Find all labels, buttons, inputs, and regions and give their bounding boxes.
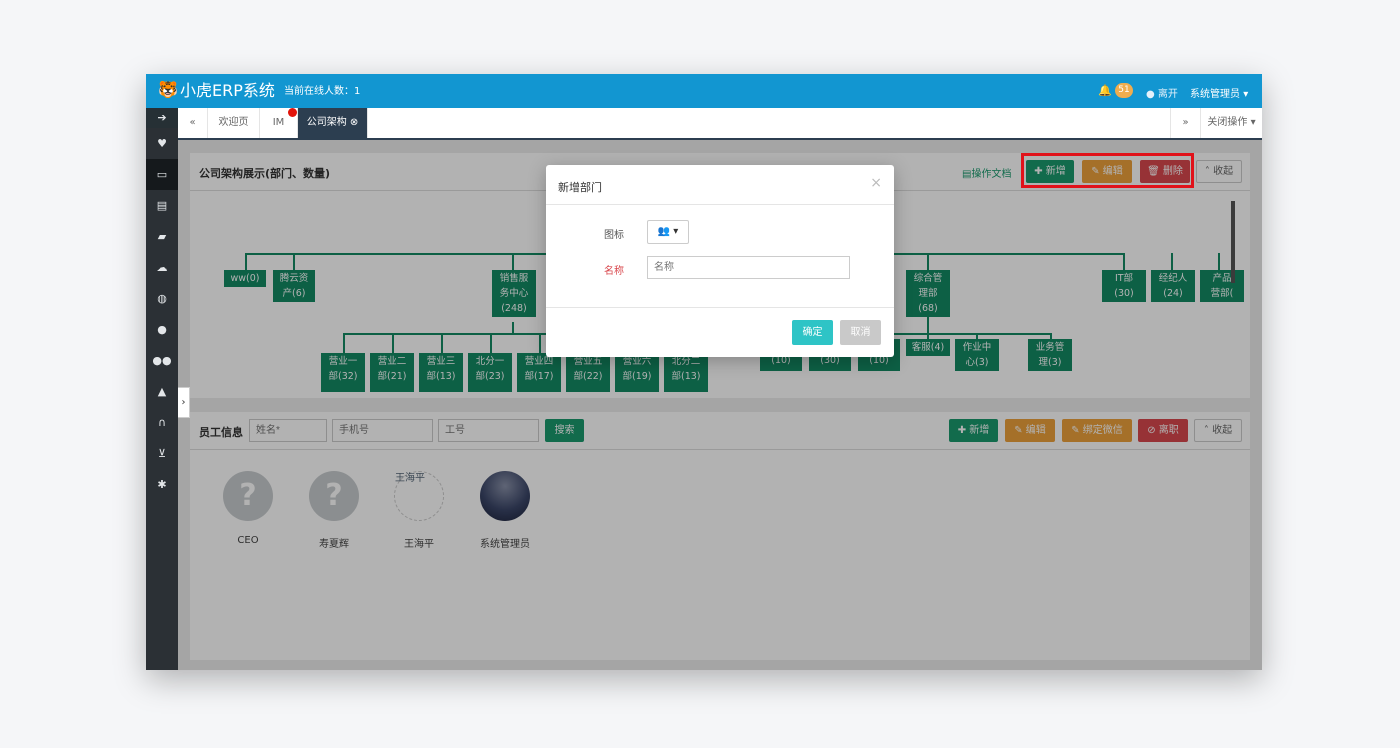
tab-bar: « 欢迎页 IM 公司架构 ⊗ » 关闭操作 ▾ xyxy=(178,108,1262,140)
icon-label: 图标 xyxy=(604,230,624,241)
sidebar-book-icon[interactable]: ▰ xyxy=(146,221,178,252)
bell-icon[interactable]: 🔔 xyxy=(1098,84,1112,97)
unread-dot xyxy=(288,108,297,117)
tab-scroll-left-button[interactable]: « xyxy=(178,108,208,138)
sidebar-cloud-upload-icon[interactable]: ☁ xyxy=(146,252,178,283)
sidebar-gear-icon[interactable]: ✱ xyxy=(146,469,178,500)
highlight-box xyxy=(1021,153,1194,188)
name-label: 名称 xyxy=(604,266,624,277)
sidebar-user-icon[interactable]: ● xyxy=(146,314,178,345)
leave-label: 离开 xyxy=(1157,89,1178,100)
top-bar: 🐯 小虎ERP系统 当前在线人数：1 🔔 51 ● 离开 系统管理员 ▾ xyxy=(146,74,1262,108)
cancel-button[interactable]: 取消 xyxy=(840,320,881,345)
leave-button[interactable]: ● 离开 xyxy=(1146,85,1178,100)
sidebar-monitor-icon[interactable]: ▭ xyxy=(146,159,178,190)
close-icon[interactable]: × xyxy=(870,175,882,191)
sidebar-card-icon[interactable]: ▤ xyxy=(146,190,178,221)
sidebar-globe-icon[interactable]: ◍ xyxy=(146,283,178,314)
modal-title: 新增部门 xyxy=(558,181,602,194)
sidebar-heart-icon[interactable]: ♥ xyxy=(146,128,178,159)
sidebar-toggle-arrow-icon[interactable]: ➔ xyxy=(146,108,178,128)
tab-scroll-right-button[interactable]: » xyxy=(1170,108,1200,138)
modal-footer: 确定 取消 xyxy=(546,307,894,357)
modal-header: 新增部门 × xyxy=(546,165,894,205)
sidebar-road-icon[interactable]: ▲ xyxy=(146,376,178,407)
notification-badge[interactable]: 51 xyxy=(1115,83,1133,98)
close-operations-dropdown[interactable]: 关闭操作 ▾ xyxy=(1200,108,1262,138)
tiger-logo-icon: 🐯 xyxy=(158,80,178,99)
user-name: 系统管理员 xyxy=(1190,89,1240,100)
sidebar-expand-handle[interactable]: › xyxy=(178,387,190,418)
department-name-input[interactable] xyxy=(647,256,850,279)
confirm-button[interactable]: 确定 xyxy=(792,320,833,345)
user-menu[interactable]: 系统管理员 ▾ xyxy=(1190,85,1248,100)
add-department-modal: 新增部门 × 图标 👥 ▾ 名称 确定 取消 xyxy=(546,165,894,357)
online-count: 当前在线人数：1 xyxy=(284,86,361,97)
user-status-icon: ● xyxy=(1146,89,1158,100)
tab-welcome[interactable]: 欢迎页 xyxy=(208,108,260,138)
caret-down-icon: ▾ xyxy=(1243,89,1249,100)
sidebar-headphones-icon[interactable]: ∩ xyxy=(146,407,178,438)
sidebar-users-icon[interactable]: ●● xyxy=(146,345,178,376)
app-title: 小虎ERP系统 xyxy=(180,81,275,100)
tab-company-structure[interactable]: 公司架构 ⊗ xyxy=(298,108,368,138)
sidebar: ➔ ♥ ▭ ▤ ▰ ☁ ◍ ● ●● ▲ ∩ ⊻ ✱ xyxy=(146,108,178,670)
sidebar-cart-icon[interactable]: ⊻ xyxy=(146,438,178,469)
icon-picker-dropdown[interactable]: 👥 ▾ xyxy=(647,220,689,244)
